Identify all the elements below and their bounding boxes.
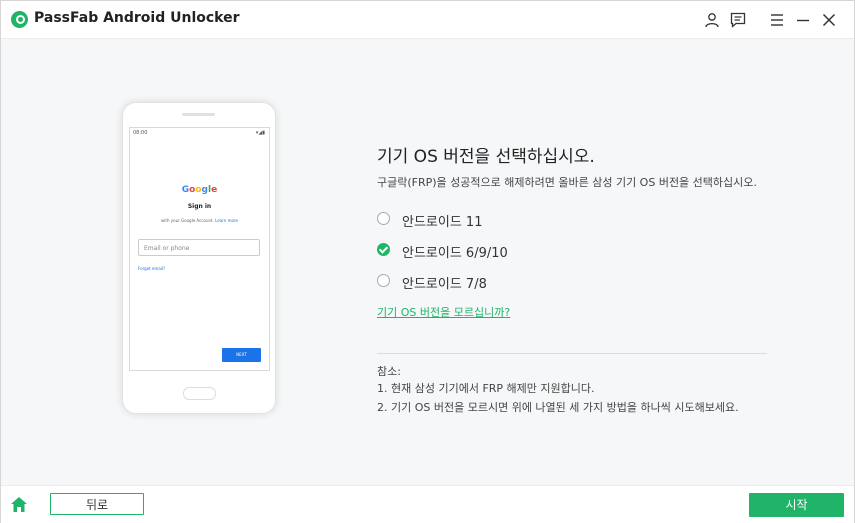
app-window: PassFab Android Unlocker 08:00 ▾◢▮ Googl… — [0, 0, 855, 523]
phone-forgot-email: Forgot email? — [138, 266, 166, 271]
radio-unchecked-icon[interactable] — [377, 212, 390, 225]
footer-bar: 뒤로 시작 — [1, 485, 854, 523]
notes-title: 참소: — [377, 365, 401, 378]
home-icon[interactable] — [10, 496, 28, 513]
page-title: 기기 OS 버전을 선택하십시오. — [377, 147, 595, 167]
phone-email-field: Email or phone — [138, 239, 260, 256]
phone-time: 08:00 — [133, 130, 148, 136]
note-line: 1. 현재 삼성 기기에서 FRP 해제만 지원합니다. — [377, 382, 595, 395]
phone-screen: 08:00 ▾◢▮ Google Sign in with your Googl… — [129, 127, 270, 371]
google-logo: Google — [181, 185, 218, 195]
phone-next-button: NEXT — [222, 348, 261, 362]
feedback-icon[interactable] — [729, 11, 747, 29]
minimize-icon[interactable] — [794, 11, 812, 29]
account-icon[interactable] — [703, 11, 721, 29]
phone-status-icons: ▾◢▮ — [255, 130, 265, 136]
radio-unchecked-icon[interactable] — [377, 274, 390, 287]
option-label: 안드로이드 11 — [402, 215, 483, 230]
divider — [377, 353, 767, 354]
phone-account-text: with your Google Account. Learn more — [161, 218, 238, 223]
passfab-logo-icon — [11, 11, 28, 28]
back-button[interactable]: 뒤로 — [50, 493, 144, 515]
option-label: 안드로이드 6/9/10 — [402, 246, 508, 261]
phone-sign-in-heading: Sign in — [187, 203, 212, 210]
menu-icon[interactable] — [768, 11, 786, 29]
phone-learn-more: Learn more — [215, 218, 238, 223]
page-subtitle: 구글락(FRP)을 성공적으로 해제하려면 올바른 삼성 기기 OS 버전을 선… — [377, 176, 757, 189]
os-version-help-link[interactable]: 기기 OS 버전을 모르십니까? — [377, 304, 510, 320]
option-label: 안드로이드 7/8 — [402, 277, 487, 292]
radio-checked-icon[interactable] — [377, 243, 390, 256]
note-line: 2. 기기 OS 버전을 모르시면 위에 나열된 세 가지 방법을 하나씩 시도… — [377, 401, 739, 414]
phone-illustration: 08:00 ▾◢▮ Google Sign in with your Googl… — [122, 102, 276, 414]
app-title: PassFab Android Unlocker — [34, 10, 240, 26]
close-icon[interactable] — [820, 11, 838, 29]
start-button[interactable]: 시작 — [749, 493, 844, 517]
phone-speaker — [182, 113, 215, 116]
phone-home-button — [183, 387, 216, 400]
title-bar: PassFab Android Unlocker — [1, 1, 854, 39]
